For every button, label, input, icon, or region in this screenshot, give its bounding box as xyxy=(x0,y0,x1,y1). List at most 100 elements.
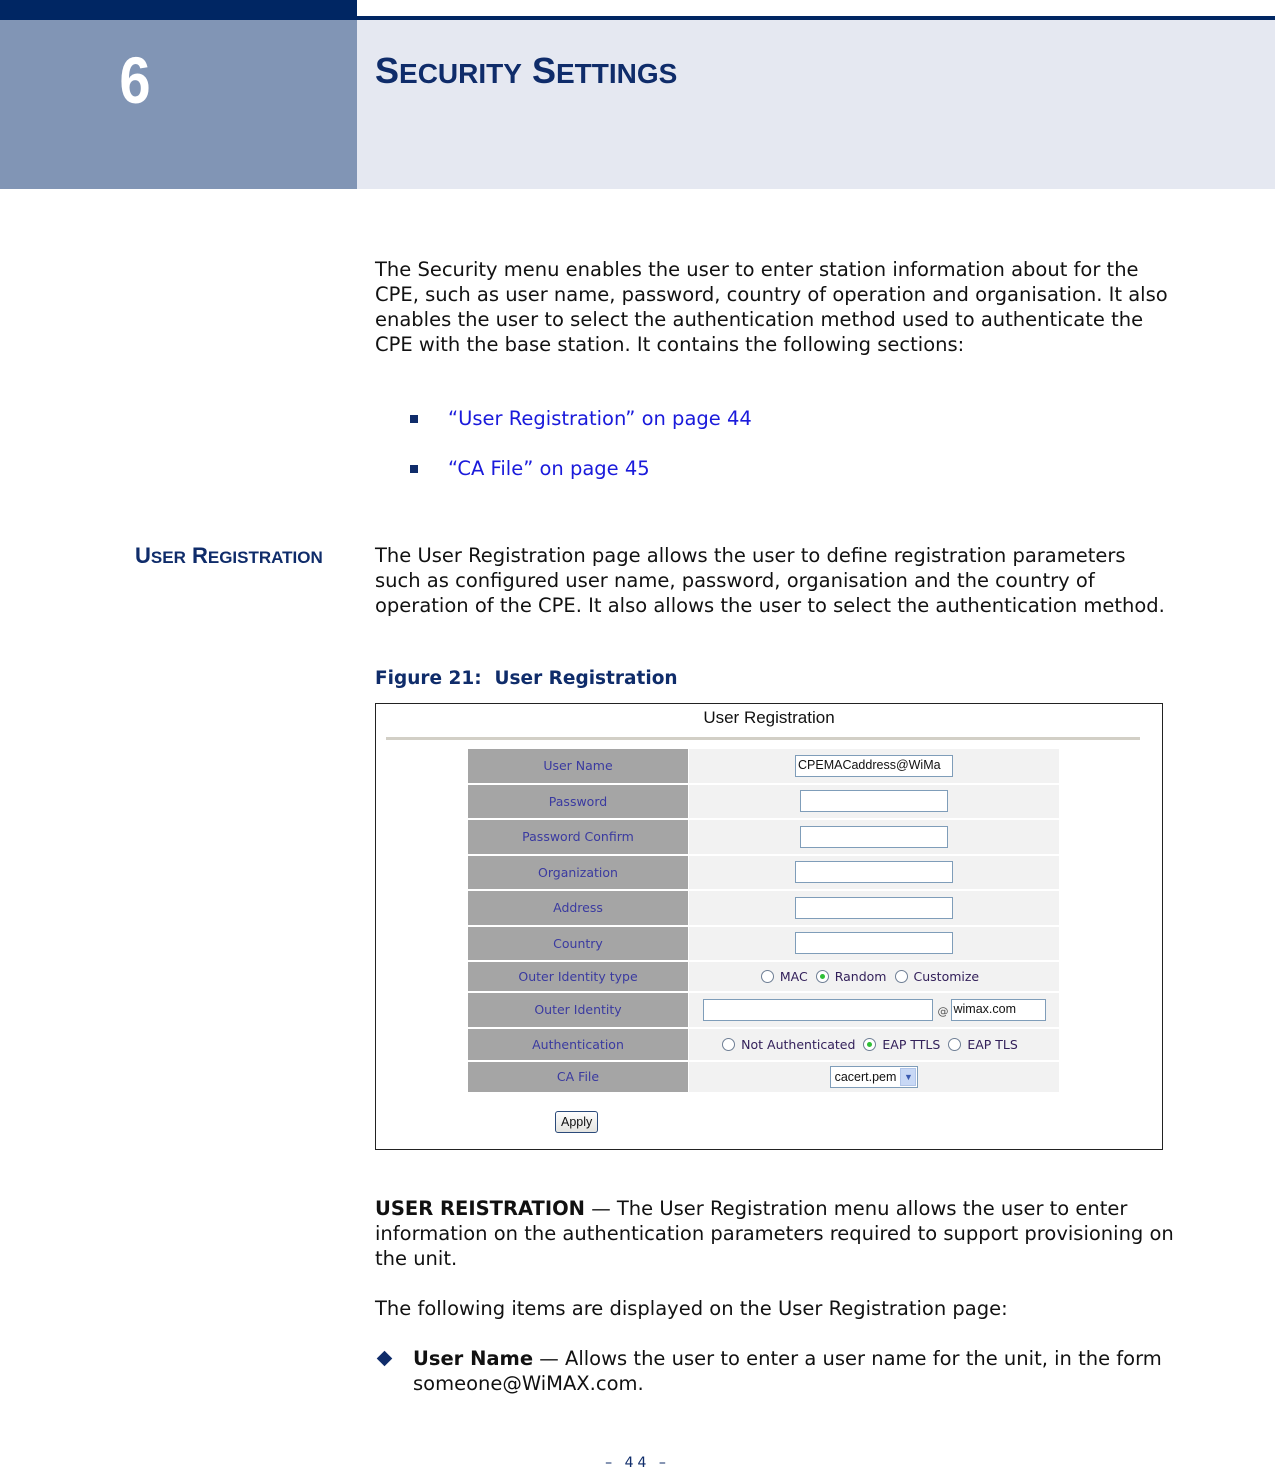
form-row-organization: Organization xyxy=(468,855,1059,891)
value-cell: Not Authenticated EAP TTLS EAP TLS xyxy=(688,1028,1059,1062)
radio-label: EAP TTLS xyxy=(882,1036,941,1052)
apply-button[interactable]: Apply xyxy=(555,1111,599,1133)
outer-identity-type-radios: MAC Random Customize xyxy=(760,969,987,984)
section-paragraph: The User Registration page allows the us… xyxy=(375,543,1165,618)
authentication-radios: Not Authenticated EAP TTLS EAP TLS xyxy=(722,1037,1026,1052)
link-item[interactable]: “CA File” on page 45 xyxy=(410,456,752,506)
value-cell xyxy=(688,891,1059,927)
section-heading: USER REGISTRATION xyxy=(135,543,323,569)
radio-selected-icon[interactable] xyxy=(815,970,829,983)
country-input[interactable] xyxy=(795,932,953,955)
ca-file-selected: cacert.pem xyxy=(834,1069,897,1084)
radio-not-authenticated[interactable]: Not Authenticated xyxy=(722,1037,855,1052)
label-organization: Organization xyxy=(468,855,688,891)
title-divider xyxy=(386,737,1140,740)
radio-unselected-icon[interactable] xyxy=(722,1037,736,1051)
ca-file-select[interactable]: cacert.pem ▼ xyxy=(829,1065,919,1088)
registration-form: User Name CPEMACaddress@WiMa Password Pa… xyxy=(468,749,1059,1092)
form-row-outer-identity-type: Outer Identity type MAC Random Customize xyxy=(468,962,1059,993)
form-row-authentication: Authentication Not Authenticated EAP TTL… xyxy=(468,1028,1059,1062)
description-text: USER REISTRATION — The User Registration… xyxy=(375,1196,1175,1271)
description-term: USER REISTRATION xyxy=(375,1197,585,1220)
form-row-address: Address xyxy=(468,891,1059,927)
radio-eap-tls[interactable]: EAP TLS xyxy=(948,1037,1018,1052)
items-intro-text: The following items are displayed on the… xyxy=(375,1297,1008,1320)
label-user-name: User Name xyxy=(468,749,688,785)
chapter-title-panel xyxy=(357,20,1275,189)
link-item[interactable]: “User Registration” on page 44 xyxy=(410,406,752,456)
item-term: User Name xyxy=(413,1347,534,1370)
radio-customize[interactable]: Customize xyxy=(894,969,980,984)
form-row-outer-identity: Outer Identity @ wimax.com xyxy=(468,993,1059,1029)
heading-cap: U xyxy=(135,543,151,568)
link-ca-file[interactable]: “CA File” on page 45 xyxy=(448,457,650,480)
item-user-name: User Name — Allows the user to enter a u… xyxy=(375,1346,1175,1396)
chevron-down-icon[interactable]: ▼ xyxy=(900,1067,917,1086)
radio-unselected-icon[interactable] xyxy=(894,970,908,983)
label-outer-identity-type: Outer Identity type xyxy=(468,962,688,993)
form-row-password: Password xyxy=(468,784,1059,820)
value-cell xyxy=(688,820,1059,856)
chapter-title: SECURITY SETTINGS xyxy=(375,50,677,92)
label-ca-file: CA File xyxy=(468,1061,688,1092)
radio-unselected-icon[interactable] xyxy=(948,1037,962,1051)
label-country: Country xyxy=(468,926,688,962)
description-paragraph: USER REISTRATION — The User Registration… xyxy=(375,1196,1175,1271)
radio-selected-icon[interactable] xyxy=(863,1037,877,1051)
radio-label: Not Authenticated xyxy=(741,1036,856,1052)
radio-random[interactable]: Random xyxy=(815,969,887,984)
label-password-confirm: Password Confirm xyxy=(468,820,688,856)
radio-label: Customize xyxy=(913,969,980,984)
form-row-country: Country xyxy=(468,926,1059,962)
user-name-input[interactable]: CPEMACaddress@WiMa xyxy=(795,754,953,777)
items-intro: The following items are displayed on the… xyxy=(375,1296,1175,1321)
label-address: Address xyxy=(468,891,688,927)
header-band-dark xyxy=(0,0,357,20)
square-bullet-icon xyxy=(410,415,418,423)
heading-rest: EGISTRATION xyxy=(207,548,323,567)
section-text: The User Registration page allows the us… xyxy=(375,544,1165,617)
heading-rest: SER xyxy=(150,548,186,567)
value-cell: @ wimax.com xyxy=(688,993,1059,1029)
value-cell xyxy=(688,784,1059,820)
value-cell xyxy=(688,926,1059,962)
radio-unselected-icon[interactable] xyxy=(760,970,774,983)
chapter-number-panel: 6 xyxy=(0,20,357,189)
password-confirm-input[interactable] xyxy=(800,825,948,848)
figure-caption: Figure 21: User Registration xyxy=(375,668,678,689)
title-rest: ECURITY xyxy=(399,58,522,89)
radio-label: EAP TLS xyxy=(967,1036,1018,1052)
title-cap: S xyxy=(375,50,400,91)
intro-paragraph: The Security menu enables the user to en… xyxy=(375,257,1175,357)
label-password: Password xyxy=(468,784,688,820)
heading-cap: R xyxy=(191,543,208,568)
form-row-password-confirm: Password Confirm xyxy=(468,820,1059,856)
address-input[interactable] xyxy=(795,896,953,919)
title-rest: ETTINGS xyxy=(555,58,678,89)
outer-identity-domain-input[interactable]: wimax.com xyxy=(950,998,1046,1021)
radio-mac[interactable]: MAC xyxy=(760,969,808,984)
radio-label: Random xyxy=(834,969,887,984)
value-cell: CPEMACaddress@WiMa xyxy=(688,749,1059,785)
value-cell: MAC Random Customize xyxy=(688,962,1059,993)
square-bullet-icon xyxy=(410,465,418,473)
organization-input[interactable] xyxy=(795,861,953,884)
form-title: User Registration xyxy=(703,708,835,727)
title-cap: S xyxy=(531,50,556,91)
intro-text: The Security menu enables the user to en… xyxy=(375,258,1168,356)
radio-eap-ttls[interactable]: EAP TTLS xyxy=(863,1037,940,1052)
at-sign: @ xyxy=(937,1005,949,1019)
value-cell xyxy=(688,855,1059,891)
password-input[interactable] xyxy=(800,790,948,813)
user-registration-figure: User Registration User Name CPEMACaddres… xyxy=(375,703,1163,1150)
radio-label: MAC xyxy=(779,969,808,984)
item-text: User Name — Allows the user to enter a u… xyxy=(375,1346,1175,1396)
link-user-registration[interactable]: “User Registration” on page 44 xyxy=(448,407,752,430)
form-row-ca-file: CA File cacert.pem ▼ xyxy=(468,1061,1059,1092)
value-cell: cacert.pem ▼ xyxy=(688,1061,1059,1092)
chapter-number: 6 xyxy=(119,43,151,117)
page-number: – 44 – xyxy=(605,1455,670,1471)
label-outer-identity: Outer Identity xyxy=(468,993,688,1029)
section-links: “User Registration” on page 44 “CA File”… xyxy=(410,406,752,506)
outer-identity-input[interactable] xyxy=(702,998,933,1021)
